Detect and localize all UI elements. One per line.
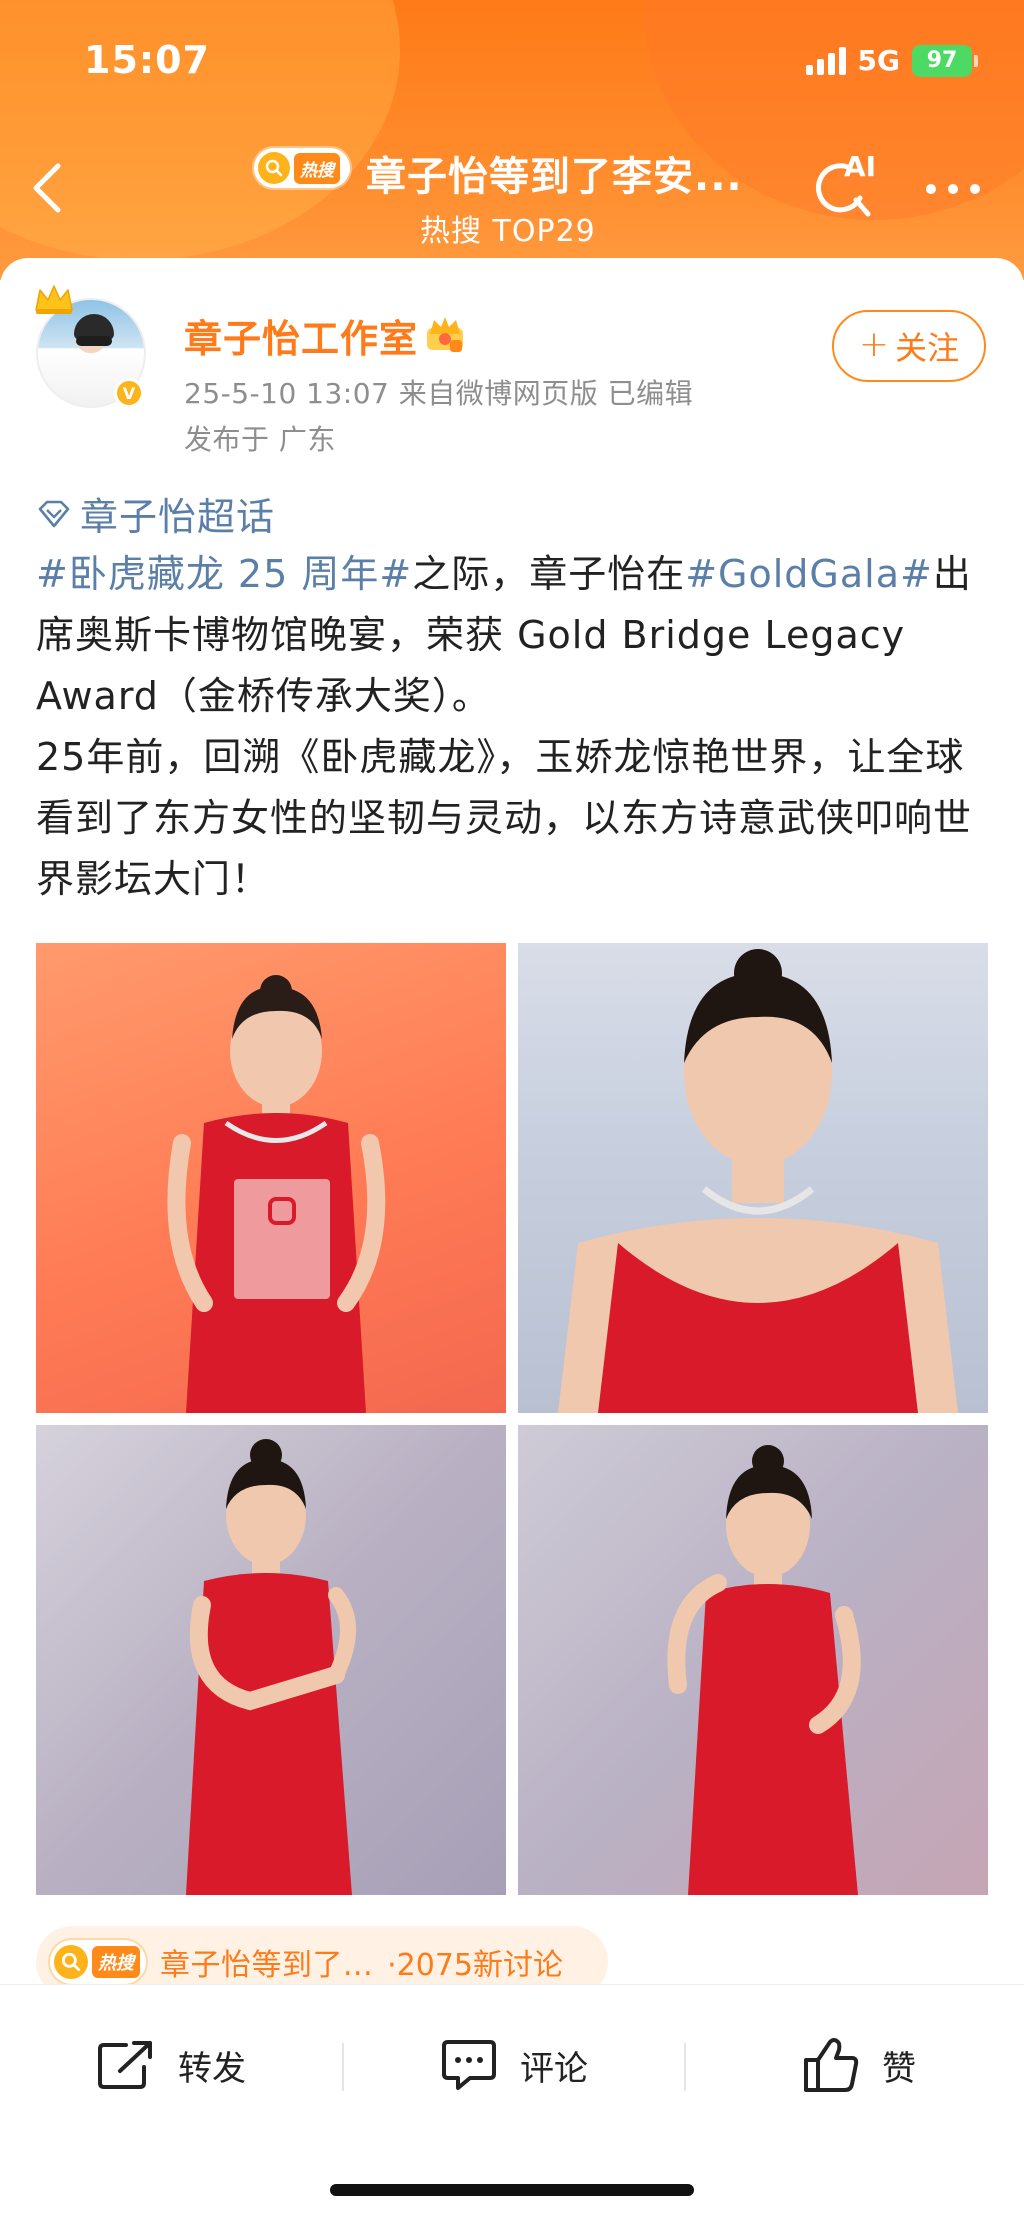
more-icon[interactable] xyxy=(926,184,980,194)
hot-search-badge: 热搜 xyxy=(50,1940,146,1984)
ai-label: AI xyxy=(844,150,877,183)
comment-label: 评论 xyxy=(520,2048,588,2089)
hot-search-label: 热搜 xyxy=(294,152,340,184)
hashtag-link[interactable]: #卧虎藏龙 25 周年# xyxy=(36,552,412,596)
woman-smiling-image xyxy=(667,1445,861,1895)
hot-search-label: 热搜 xyxy=(92,1946,140,1978)
post-text-paragraph: 25年前，回溯《卧虎藏龙》，玉娇龙惊艳世界，让全球看到了东方女性的坚韧与灵动，以… xyxy=(36,735,973,901)
repost-label: 转发 xyxy=(178,2048,246,2089)
page-title: 章子怡等到了李安... xyxy=(366,154,743,200)
back-icon[interactable] xyxy=(28,160,68,216)
woman-standing-image xyxy=(186,1439,356,1895)
supertopic-link[interactable]: 章子怡超话 xyxy=(36,486,275,541)
status-time: 15:07 xyxy=(84,38,210,82)
divider xyxy=(342,2043,344,2091)
author-name[interactable]: 章子怡工作室 xyxy=(184,308,418,363)
author-avatar-wrapper[interactable]: V xyxy=(32,282,152,408)
vip-crown-icon[interactable] xyxy=(424,314,466,354)
hashtag-link[interactable]: #GoldGala# xyxy=(685,552,933,596)
photo-grid xyxy=(36,943,988,1895)
weibo-post-page: 15:07 5G 97 热搜 章子怡等到了李安... 热搜 TOP29 AI V… xyxy=(0,0,1024,2217)
post-location: 发布于 广东 xyxy=(184,423,336,456)
status-indicators: 5G 97 xyxy=(805,44,978,77)
battery-level: 97 xyxy=(926,48,958,73)
comment-button[interactable]: 评论 xyxy=(440,2029,588,2101)
post-photo-3[interactable] xyxy=(36,1425,506,1895)
post-text-segment: 之际，章子怡在 xyxy=(412,552,686,596)
hot-search-badge: 热搜 xyxy=(254,148,350,188)
follow-button[interactable]: + 关注 xyxy=(832,310,986,382)
comment-icon xyxy=(442,2040,496,2090)
post-meta: 25-5-10 13:07 来自微博网页版 已编辑 xyxy=(184,377,694,410)
verified-badge-icon: V xyxy=(114,378,144,408)
thumbs-up-icon xyxy=(804,2038,859,2092)
like-button[interactable]: 赞 xyxy=(802,2029,916,2101)
hot-topic-text: 章子怡等到了... xyxy=(160,1948,374,1983)
signal-icon xyxy=(805,46,846,75)
network-label: 5G xyxy=(857,44,900,77)
top-header: 15:07 5G 97 热搜 章子怡等到了李安... 热搜 TOP29 AI xyxy=(0,0,1024,280)
supertopic-label: 章子怡超话 xyxy=(80,495,276,539)
repost-button[interactable]: 转发 xyxy=(96,2029,246,2101)
like-label: 赞 xyxy=(882,2048,916,2089)
plus-icon: + xyxy=(858,323,890,365)
follow-label: 关注 xyxy=(895,329,960,367)
search-icon xyxy=(54,1945,88,1979)
post-photo-2[interactable] xyxy=(518,943,988,1413)
page-subtitle: 热搜 TOP29 xyxy=(420,214,596,249)
woman-with-award-image xyxy=(167,975,386,1413)
share-icon xyxy=(98,2041,152,2089)
hot-topic-count: ·2075新讨论 xyxy=(387,1948,563,1983)
search-icon xyxy=(258,152,290,184)
divider xyxy=(684,2043,686,2091)
bottom-action-bar: 转发 评论 赞 xyxy=(0,1984,1024,2217)
crown-icon xyxy=(35,285,73,314)
post-photo-4[interactable] xyxy=(518,1425,988,1895)
ai-search-button[interactable]: AI xyxy=(810,150,880,222)
battery-icon: 97 xyxy=(912,44,978,77)
post-body: #卧虎藏龙 25 周年#之际，章子怡在#GoldGala#出席奥斯卡博物馆晚宴，… xyxy=(36,544,996,910)
diamond-icon xyxy=(38,500,70,527)
woman-portrait-image xyxy=(558,949,958,1413)
post-photo-1[interactable] xyxy=(36,943,506,1413)
home-indicator[interactable] xyxy=(330,2184,694,2196)
